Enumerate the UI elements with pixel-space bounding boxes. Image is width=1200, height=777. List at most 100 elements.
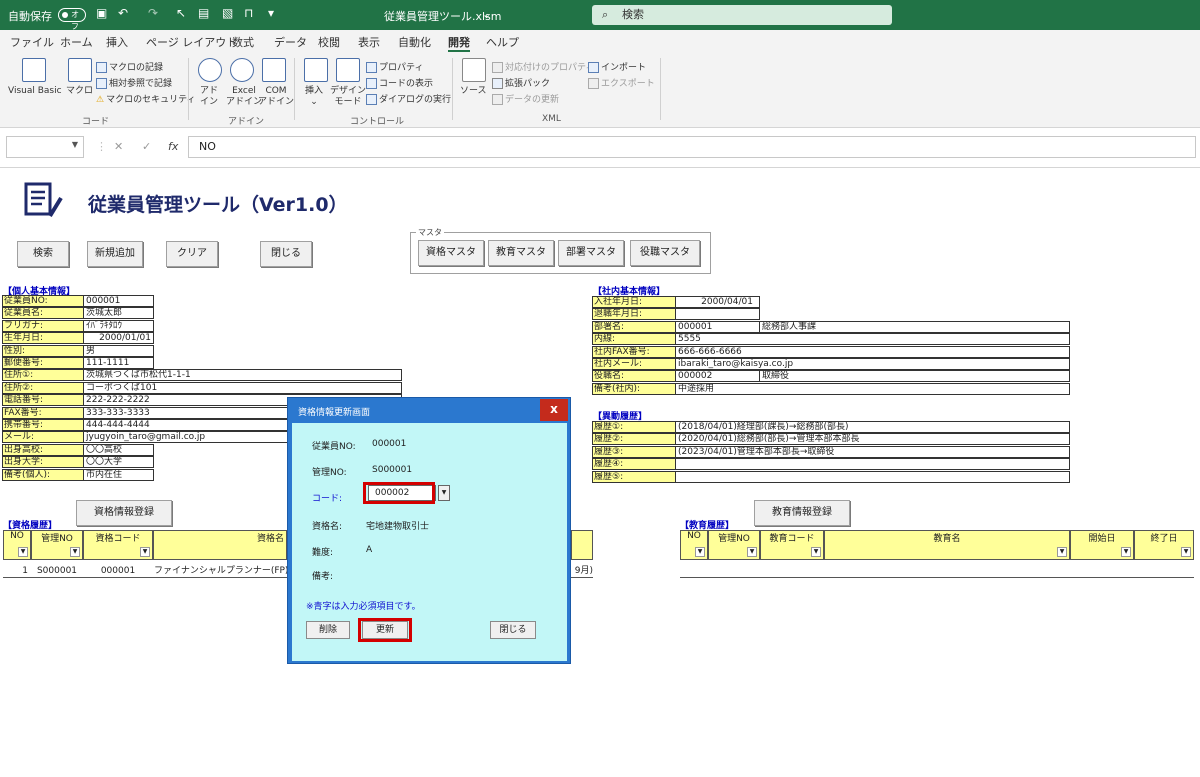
tab-home[interactable]: ホーム (60, 34, 93, 50)
redo-icon[interactable]: ↷ (148, 6, 158, 20)
autosave-toggle[interactable]: オフ (58, 8, 86, 31)
company-field-extra[interactable]: 取締役 (760, 370, 1070, 383)
company-field-value[interactable]: 666-666-6666 (676, 345, 1070, 358)
filter-dropdown-icon[interactable]: ▼ (695, 547, 705, 557)
cancel-icon[interactable]: ✕ (114, 140, 123, 153)
macro-button[interactable]: マクロ (66, 86, 93, 97)
filter-dropdown-icon[interactable]: ▼ (1121, 547, 1131, 557)
tab-developer[interactable]: 開発 (448, 34, 470, 52)
delete-button[interactable]: 削除 (306, 621, 350, 639)
xml-import-button[interactable]: インポート (588, 60, 646, 73)
insert-function-icon[interactable]: fx (168, 140, 178, 153)
qual-cell-tail[interactable]: 9月) (571, 565, 593, 578)
view-code-button[interactable]: コードの表示 (366, 76, 433, 89)
image-icon[interactable]: ▧ (222, 6, 233, 20)
refresh-data-button[interactable]: データの更新 (492, 92, 559, 105)
company-field-value[interactable]: 000001 (676, 320, 760, 333)
tab-data[interactable]: データ (274, 34, 307, 50)
company-field-value[interactable] (676, 308, 760, 321)
qual-cell-mgmt-no[interactable]: S000001 (31, 565, 83, 578)
map-properties-button[interactable]: 対応付けのプロパティ (492, 60, 594, 73)
qual-cell-no[interactable]: 1 (3, 565, 31, 578)
visual-basic-button[interactable]: Visual Basic (8, 86, 62, 97)
customize-quick-access-icon[interactable]: ▾ (268, 6, 274, 20)
transfer-field-value[interactable]: (2018/04/01)経理部(課長)→総務部(部長) (676, 421, 1070, 433)
name-box[interactable]: ▼ (6, 136, 84, 158)
company-field-value[interactable]: 中途採用 (676, 382, 1070, 395)
addin-button[interactable]: アド イン (200, 86, 218, 108)
personal-field-value[interactable]: 市内在住 (84, 468, 154, 481)
dialog-close-action-button[interactable]: 閉じる (490, 621, 536, 639)
education-master-button[interactable]: 教育マスタ (488, 240, 554, 266)
select-pointer-icon[interactable]: ↖ (176, 6, 186, 20)
tab-insert[interactable]: 挿入 (106, 34, 128, 50)
xml-export-button[interactable]: エクスポート (588, 76, 655, 89)
macro-security-button[interactable]: ⚠ マクロのセキュリティ (96, 92, 196, 105)
record-macro-button[interactable]: マクロの記録 (96, 60, 163, 73)
qual-cell-name[interactable]: ファイナンシャルプランナー(FP) (153, 565, 287, 578)
formula-input[interactable]: NO (188, 136, 1196, 158)
position-master-button[interactable]: 役職マスタ (630, 240, 700, 266)
personal-field-value[interactable]: ｲﾊﾞﾗｷﾀﾛｳ (84, 319, 154, 332)
personal-field-value[interactable]: 男 (84, 344, 154, 357)
new-button[interactable]: 新規追加 (87, 241, 143, 267)
form-icon[interactable]: ▤ (198, 6, 209, 20)
filter-dropdown-icon[interactable]: ▼ (1057, 547, 1067, 557)
properties-button[interactable]: プロパティ (366, 60, 423, 73)
lock-icon[interactable]: ⊓ (244, 6, 253, 20)
chevron-down-icon[interactable]: ⌄ (482, 8, 491, 21)
qualification-master-button[interactable]: 資格マスタ (418, 240, 484, 266)
chevron-down-icon[interactable]: ▼ (438, 485, 450, 501)
company-field-extra[interactable]: 総務部人事課 (760, 320, 1070, 333)
personal-field-value[interactable]: 茨城県つくば市松代1-1-1 (84, 369, 402, 382)
qual-cell-code[interactable]: 000001 (83, 565, 153, 578)
drag-handle-icon[interactable]: ⋮ (96, 140, 107, 153)
tab-help[interactable]: ヘルプ (486, 34, 519, 50)
company-field-value[interactable]: 000002 (676, 370, 760, 383)
expansion-pack-button[interactable]: 拡張パック (492, 76, 550, 89)
company-field-value[interactable]: ibaraki_taro@kaisya.co.jp (676, 358, 1070, 370)
transfer-field-value[interactable]: (2020/04/01)総務部(部長)→管理本部本部長 (676, 433, 1070, 446)
chevron-down-icon[interactable]: ▼ (72, 140, 78, 149)
close-button[interactable]: 閉じる (260, 241, 312, 267)
insert-control-button[interactable]: 挿入 ⌄ (305, 86, 323, 108)
company-field-value[interactable]: 2000/04/01 (676, 296, 760, 308)
com-addin-button[interactable]: COM アドイン (258, 86, 294, 108)
filter-dropdown-icon[interactable]: ▼ (140, 547, 150, 557)
tab-review[interactable]: 校閲 (318, 34, 340, 50)
search-button[interactable]: 検索 (17, 241, 69, 267)
filter-dropdown-icon[interactable]: ▼ (18, 547, 28, 557)
personal-field-value[interactable]: 000001 (84, 295, 154, 307)
qualification-register-button[interactable]: 資格情報登録 (76, 500, 172, 526)
run-dialog-button[interactable]: ダイアログの実行 (366, 92, 451, 105)
dialog-close-button[interactable]: x (540, 399, 568, 421)
xml-source-button[interactable]: ソース (460, 86, 487, 97)
undo-icon[interactable]: ↶ (118, 6, 128, 20)
transfer-field-value[interactable] (676, 470, 1070, 483)
personal-field-value[interactable]: 〇〇大学 (84, 456, 154, 469)
personal-field-value[interactable]: コーポつくば101 (84, 381, 402, 394)
tab-formulas[interactable]: 数式 (232, 34, 254, 50)
tab-file[interactable]: ファイル (10, 34, 54, 50)
transfer-field-value[interactable] (676, 458, 1070, 471)
personal-field-value[interactable]: 〇〇高校 (84, 443, 154, 456)
save-icon[interactable]: ▣ (96, 6, 107, 20)
tab-page-layout[interactable]: ページ レイアウト (146, 34, 237, 50)
enter-icon[interactable]: ✓ (142, 140, 151, 153)
company-field-value[interactable]: 5555 (676, 333, 1070, 346)
excel-addin-button[interactable]: Excel アドイン (226, 86, 262, 108)
department-master-button[interactable]: 部署マスタ (558, 240, 624, 266)
tab-view[interactable]: 表示 (358, 34, 380, 50)
design-mode-button[interactable]: デザイン モード (330, 86, 366, 108)
clear-button[interactable]: クリア (166, 241, 218, 267)
filter-dropdown-icon[interactable]: ▼ (747, 547, 757, 557)
tab-automate[interactable]: 自動化 (398, 34, 431, 50)
relative-reference-button[interactable]: 相対参照で記録 (96, 76, 172, 89)
personal-field-value[interactable]: 2000/01/01 (84, 332, 154, 345)
personal-field-value[interactable]: 111-1111 (84, 357, 154, 369)
filter-dropdown-icon[interactable]: ▼ (1181, 547, 1191, 557)
transfer-field-value[interactable]: (2023/04/01)管理本部本部長→取締役 (676, 445, 1070, 458)
search-box[interactable]: ⌕ 検索 (592, 5, 892, 25)
filter-dropdown-icon[interactable]: ▼ (811, 547, 821, 557)
education-register-button[interactable]: 教育情報登録 (754, 500, 850, 526)
